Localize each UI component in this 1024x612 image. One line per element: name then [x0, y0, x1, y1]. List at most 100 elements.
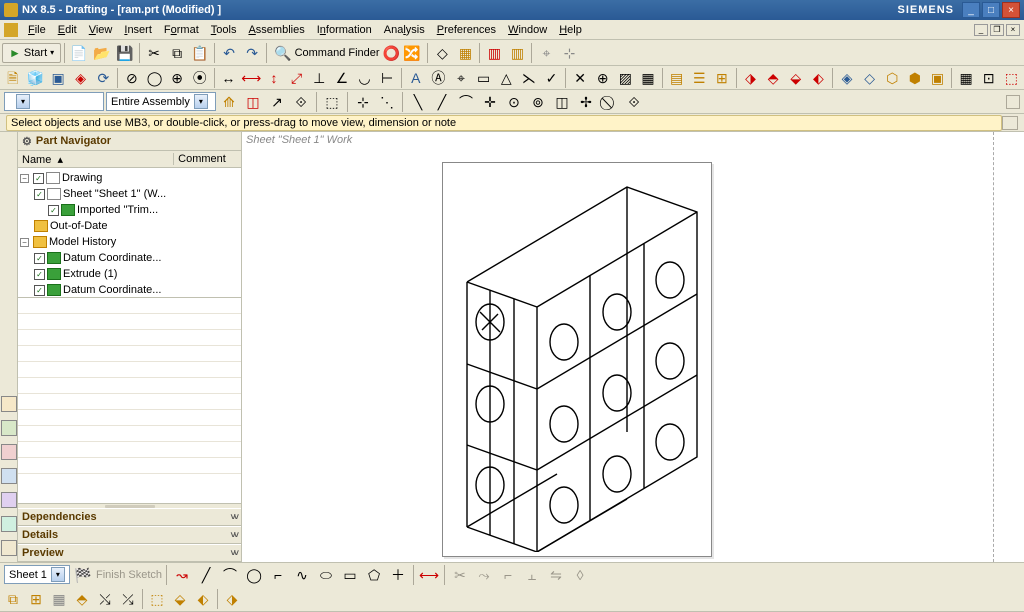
maximize-button[interactable]: □: [982, 2, 1000, 18]
asm-1[interactable]: ⧉: [2, 588, 24, 610]
ab-button[interactable]: ⊞: [711, 67, 733, 89]
base-view-button[interactable]: ▣: [47, 67, 69, 89]
snap-end[interactable]: ╲: [407, 91, 429, 113]
snap-near[interactable]: ✢: [575, 91, 597, 113]
sk-circle[interactable]: ◯: [243, 564, 265, 586]
tool-wcs[interactable]: ⌖: [535, 42, 557, 64]
sk-ellipse[interactable]: ⬭: [315, 564, 337, 586]
asm-4[interactable]: ⬘: [71, 588, 93, 610]
gear-icon[interactable]: ⚙: [22, 135, 32, 148]
update-views-button[interactable]: ⟳: [93, 67, 115, 89]
sk-arc[interactable]: ⌒: [219, 564, 241, 586]
menu-preferences[interactable]: Preferences: [431, 22, 502, 38]
minimize-button[interactable]: _: [962, 2, 980, 18]
dim-horizontal[interactable]: ⟷: [240, 67, 262, 89]
selbar-expander[interactable]: [1006, 95, 1020, 109]
dim-radius[interactable]: ◡: [354, 67, 376, 89]
assembly-filter-dropdown[interactable]: Entire Assembly ▾: [106, 92, 216, 111]
finish-sketch-button[interactable]: 🏁: [72, 564, 94, 586]
snap-ext[interactable]: ⟐: [623, 91, 645, 113]
menu-file[interactable]: File: [22, 22, 52, 38]
col-comment[interactable]: Comment: [173, 153, 241, 165]
sk-proj[interactable]: ◊: [569, 564, 591, 586]
snap-1[interactable]: ⊹: [352, 91, 374, 113]
sk-trim[interactable]: ✂: [449, 564, 471, 586]
menu-edit[interactable]: Edit: [52, 22, 83, 38]
datum-button[interactable]: ▭: [473, 67, 495, 89]
dim-vertical[interactable]: ↕: [263, 67, 285, 89]
tool-wcs2[interactable]: ⊹: [558, 42, 580, 64]
rb-assembly-navigator-icon[interactable]: [1, 420, 17, 436]
table-button[interactable]: ▤: [666, 67, 688, 89]
tree-imported[interactable]: ✓Imported "Trim...: [20, 202, 239, 218]
tree-history[interactable]: −Model History: [20, 234, 239, 250]
dim-angle[interactable]: ∠: [331, 67, 353, 89]
balloon-button[interactable]: Ⓐ: [428, 67, 450, 89]
mdi-minimize-button[interactable]: _: [974, 24, 988, 36]
detail-5[interactable]: ▣: [927, 67, 949, 89]
asm-3[interactable]: ▦: [48, 588, 70, 610]
mdi-close-button[interactable]: ×: [1006, 24, 1020, 36]
rb-part-navigator-icon[interactable]: [1, 396, 17, 412]
sk-corner[interactable]: ⌐: [497, 564, 519, 586]
command-finder[interactable]: 🔍 Command Finder ⭕ 🔀: [270, 44, 424, 62]
sk-rect[interactable]: ▭: [339, 564, 361, 586]
view-wizard-button[interactable]: 🧊: [25, 67, 47, 89]
menu-tools[interactable]: Tools: [205, 22, 243, 38]
panel-dependencies[interactable]: Dependencies˅˅: [18, 508, 241, 526]
asm-5[interactable]: ⤯: [94, 588, 116, 610]
menu-insert[interactable]: Insert: [118, 22, 158, 38]
dim-button-2[interactable]: ◯: [144, 67, 166, 89]
menu-view[interactable]: View: [83, 22, 119, 38]
asm-10[interactable]: ⬗: [221, 588, 243, 610]
sheet-selector[interactable]: Sheet 1 ▾: [4, 565, 70, 584]
paste-button[interactable]: 📋: [189, 42, 211, 64]
sk-fillet[interactable]: ⌐: [267, 564, 289, 586]
menu-information[interactable]: Information: [311, 22, 378, 38]
plist-button[interactable]: ☰: [688, 67, 710, 89]
note-button[interactable]: A: [405, 67, 427, 89]
fcf-button[interactable]: ⌖: [450, 67, 472, 89]
snap-mid[interactable]: ╱: [431, 91, 453, 113]
save-button[interactable]: 💾: [114, 42, 136, 64]
asm-7[interactable]: ⬚: [146, 588, 168, 610]
asm-8[interactable]: ⬙: [169, 588, 191, 610]
detail-3[interactable]: ⬡: [881, 67, 903, 89]
sk-mirror[interactable]: ⇋: [545, 564, 567, 586]
tree-drawing[interactable]: −✓Drawing: [20, 170, 239, 186]
sk-offset[interactable]: ⫠: [521, 564, 543, 586]
cut-button[interactable]: ✂: [143, 42, 165, 64]
sk-extend[interactable]: ⤳: [473, 564, 495, 586]
sk-profile[interactable]: ↝: [171, 564, 193, 586]
tool-tb1a[interactable]: ◇: [431, 42, 453, 64]
rb-history-icon[interactable]: [1, 492, 17, 508]
tb-end-1[interactable]: ▦: [955, 67, 977, 89]
dim-button-1[interactable]: ⊘: [121, 67, 143, 89]
sk-spline[interactable]: ∿: [291, 564, 313, 586]
snap-quad[interactable]: ⊙: [503, 91, 525, 113]
drawing-canvas[interactable]: Sheet "Sheet 1" Work: [242, 132, 1024, 562]
menu-format[interactable]: Format: [158, 22, 205, 38]
rb-hd3d-icon[interactable]: [1, 516, 17, 532]
close-button[interactable]: ×: [1002, 2, 1020, 18]
sel-tool-1[interactable]: ⟰: [218, 91, 240, 113]
dim-ordinate[interactable]: ⊢: [376, 67, 398, 89]
sel-tool-2[interactable]: ◫: [242, 91, 264, 113]
tool-layer2[interactable]: ▥: [506, 42, 528, 64]
rb-reuse-icon[interactable]: [1, 444, 17, 460]
sk-point[interactable]: ＋: [387, 564, 409, 586]
new-button[interactable]: 📄: [68, 42, 90, 64]
dim-button-4[interactable]: ⦿: [189, 67, 211, 89]
open-button[interactable]: 📂: [91, 42, 113, 64]
sk-polygon[interactable]: ⬠: [363, 564, 385, 586]
section-4[interactable]: ⬖: [808, 67, 830, 89]
tree-datum1[interactable]: ✓Datum Coordinate...: [20, 250, 239, 266]
cm-button[interactable]: ⊕: [592, 67, 614, 89]
copy-button[interactable]: ⧉: [166, 42, 188, 64]
sel-tool-4[interactable]: ⟐: [290, 91, 312, 113]
snap-ctr[interactable]: ⌒: [455, 91, 477, 113]
dim-parallel[interactable]: ⤢: [286, 67, 308, 89]
tool-layer[interactable]: ▥: [483, 42, 505, 64]
col-name[interactable]: Name ▴: [18, 153, 173, 166]
snap-pt[interactable]: ⊚: [527, 91, 549, 113]
